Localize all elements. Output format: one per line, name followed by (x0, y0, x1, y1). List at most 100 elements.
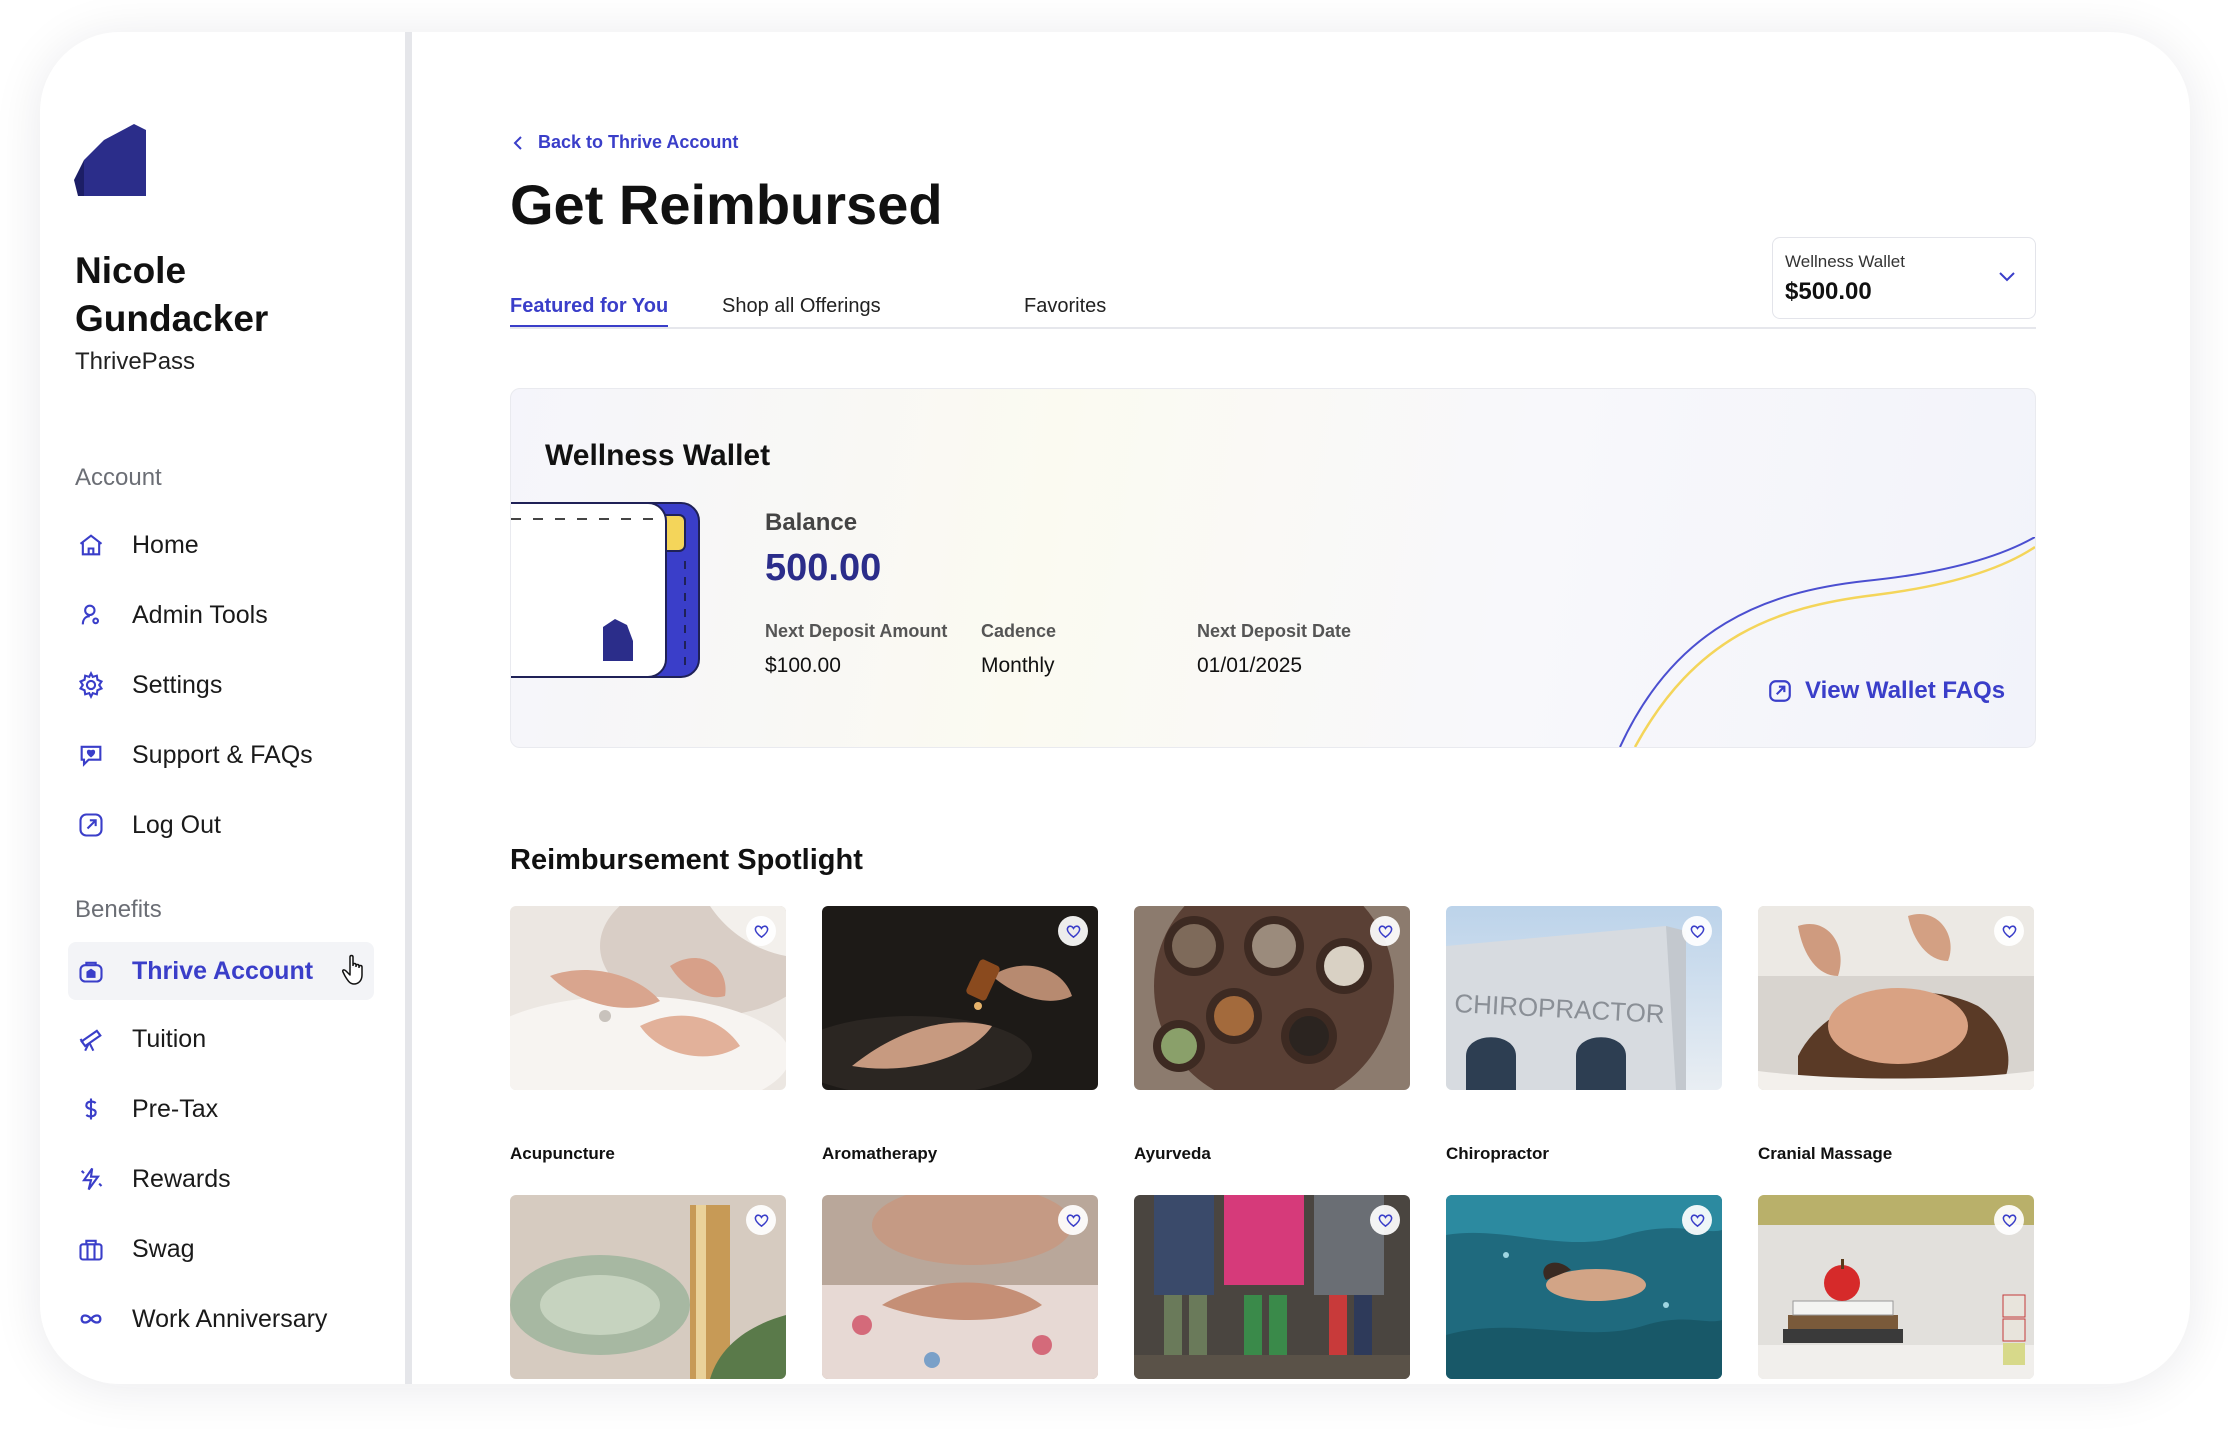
cadence-value: Monthly (981, 654, 1055, 677)
favorite-button[interactable] (1994, 916, 2024, 946)
offering-tile-row2-2[interactable] (822, 1195, 1098, 1379)
heart-icon (1066, 924, 1080, 938)
sidebar-item-label: Settings (132, 670, 223, 699)
next-deposit-date-label: Next Deposit Date (1197, 621, 1352, 641)
infinity-icon (76, 1304, 106, 1334)
tab-featured[interactable]: Featured for You (510, 295, 669, 328)
next-deposit-amount-value: $100.00 (765, 654, 841, 677)
sidebar-divider (405, 32, 412, 1384)
external-link-icon (1769, 680, 1791, 702)
wallet-select-value: $500.00 (1785, 278, 1872, 305)
home-icon (76, 530, 106, 560)
next-deposit-date-value: 01/01/2025 (1197, 654, 1303, 677)
offering-tile-cranial-massage[interactable] (1758, 906, 2034, 1090)
decorative-curve (1619, 537, 2035, 747)
page-title: Get Reimbursed (510, 173, 943, 236)
offering-tile-row2-5[interactable] (1758, 1195, 2034, 1379)
heart-icon (754, 924, 768, 938)
cadence: Cadence Monthly (981, 621, 1056, 678)
balance-value: 500.00 (765, 547, 882, 589)
wallet-card-title: Wellness Wallet (545, 439, 771, 472)
rewards-icon (76, 1164, 106, 1194)
tab-shop-all[interactable]: Shop all Offerings (722, 295, 881, 318)
next-deposit-amount-label: Next Deposit Amount (765, 621, 948, 641)
telescope-icon (76, 1024, 106, 1054)
offering-tile-row2-1[interactable] (510, 1195, 786, 1379)
floating-water-image (1446, 1195, 1722, 1379)
wallet-illustration (511, 502, 700, 678)
balance-label: Balance (765, 509, 858, 536)
favorite-button[interactable] (1058, 916, 1088, 946)
offering-tile-aromatherapy[interactable] (822, 906, 1098, 1090)
sidebar-item-log-out[interactable]: Log Out (68, 796, 374, 854)
sidebar-item-home[interactable]: Home (68, 516, 374, 574)
heart-icon (1690, 924, 1704, 938)
heart-icon (1066, 1213, 1080, 1227)
thrive-account-icon (76, 956, 106, 986)
favorite-button[interactable] (746, 916, 776, 946)
sidebar-item-admin-tools[interactable]: Admin Tools (68, 586, 374, 644)
tile-label: Aromatherapy (822, 1144, 938, 1163)
offering-tile-row2-4[interactable] (1446, 1195, 1722, 1379)
sidebar-item-tuition[interactable]: Tuition (68, 1010, 374, 1068)
sidebar-item-support[interactable]: Support & FAQs (68, 726, 374, 784)
favorite-button[interactable] (1682, 1205, 1712, 1235)
user-company: ThrivePass (75, 348, 196, 375)
elderly-hands-image (822, 1195, 1098, 1379)
offering-tile-chiropractor[interactable]: CHIROPRACTOR (1446, 906, 1722, 1090)
sidebar-item-label: Thrive Account (132, 956, 314, 985)
wallet-card: Wellness Wallet Balance 500.00 Next Depo… (510, 388, 2036, 748)
gua-sha-image (510, 1195, 786, 1379)
offering-tile-row2-3[interactable] (1134, 1195, 1410, 1379)
offering-tile-acupuncture[interactable] (510, 906, 786, 1090)
sidebar-item-label: Pre-Tax (132, 1094, 219, 1123)
sidebar-item-rewards[interactable]: Rewards (68, 1150, 374, 1208)
favorite-button[interactable] (1058, 1205, 1088, 1235)
chiropractor-image: CHIROPRACTOR (1446, 906, 1722, 1090)
offering-tile-ayurveda[interactable] (1134, 906, 1410, 1090)
app-window: Nicole Gundacker ThrivePass Account Home… (40, 32, 2190, 1384)
view-wallet-faqs-link[interactable]: View Wallet FAQs (1767, 677, 2005, 705)
heart-icon (1690, 1213, 1704, 1227)
logout-icon (76, 810, 106, 840)
heart-icon (754, 1213, 768, 1227)
kids-boots-image (1134, 1195, 1410, 1379)
aromatherapy-image (822, 906, 1098, 1090)
sidebar-item-label: Swag (132, 1234, 195, 1263)
back-link[interactable]: Back to Thrive Account (512, 132, 738, 153)
user-name: Nicole Gundacker (75, 250, 269, 339)
tab-favorites[interactable]: Favorites (1024, 295, 1106, 318)
favorite-button[interactable] (746, 1205, 776, 1235)
chevron-left-icon (513, 135, 522, 150)
thrivepass-logo (74, 124, 146, 196)
sidebar-item-label: Support & FAQs (132, 740, 313, 769)
chevron-down-icon (1999, 272, 2015, 282)
heart-icon (2002, 1213, 2016, 1227)
sidebar-item-work-anniversary[interactable]: Work Anniversary (68, 1290, 374, 1348)
next-deposit-date: Next Deposit Date 01/01/2025 (1197, 621, 1351, 678)
main-content: Back to Thrive Account Get Reimbursed Fe… (412, 32, 2190, 1384)
wallet-select[interactable]: Wellness Wallet $500.00 (1772, 237, 2036, 319)
benefits-section-label: Benefits (75, 896, 162, 923)
view-wallet-faqs-label: View Wallet FAQs (1805, 677, 2006, 704)
heart-icon (1378, 1213, 1392, 1227)
acupuncture-image (510, 906, 786, 1090)
wallet-select-label: Wellness Wallet (1785, 252, 1905, 271)
sidebar-item-swag[interactable]: Swag (68, 1220, 374, 1278)
tile-label: Cranial Massage (1758, 1144, 1893, 1163)
heart-icon (2002, 924, 2016, 938)
sidebar-item-settings[interactable]: Settings (68, 656, 374, 714)
tile-label: Ayurveda (1134, 1144, 1211, 1163)
favorite-button[interactable] (1370, 1205, 1400, 1235)
favorite-button[interactable] (1370, 916, 1400, 946)
tile-label: Chiropractor (1446, 1144, 1549, 1163)
favorite-button[interactable] (1682, 916, 1712, 946)
sidebar-item-thrive-account[interactable]: Thrive Account (68, 942, 374, 1000)
sidebar-item-label: Admin Tools (132, 600, 268, 629)
ayurveda-image (1134, 906, 1410, 1090)
account-section-label: Account (75, 464, 162, 491)
spotlight-title: Reimbursement Spotlight (510, 844, 863, 876)
dollar-icon (76, 1094, 106, 1124)
sidebar-item-pre-tax[interactable]: Pre-Tax (68, 1080, 374, 1138)
favorite-button[interactable] (1994, 1205, 2024, 1235)
